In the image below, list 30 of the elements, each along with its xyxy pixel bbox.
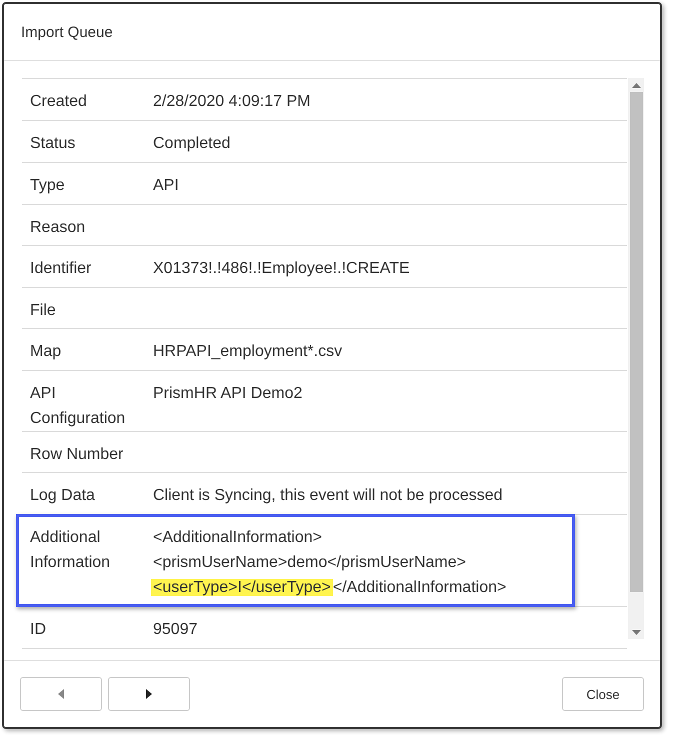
field-label: Reason	[30, 218, 86, 238]
field-value: 95097	[153, 620, 198, 640]
field-value: 2/28/2020 4:09:17 PM	[153, 92, 310, 112]
field-value: PrismHR API Demo2	[153, 384, 302, 404]
close-button[interactable]: Close	[562, 677, 644, 711]
field-label: ID	[30, 620, 47, 640]
dialog-title: Import Queue	[21, 24, 113, 40]
scrollbar[interactable]	[628, 78, 644, 639]
field-label: Map	[30, 342, 62, 362]
field-value: API	[153, 176, 179, 196]
field-label: Type	[30, 176, 66, 196]
caret-left-icon	[58, 689, 64, 699]
previous-button[interactable]	[20, 677, 102, 711]
scroll-up-icon	[632, 82, 640, 88]
field-label: Row Number	[30, 445, 124, 465]
field-value: Completed	[153, 134, 230, 154]
field-label: Created	[30, 92, 88, 112]
next-button[interactable]	[108, 677, 190, 711]
field-label: File	[30, 301, 57, 321]
caret-right-icon	[146, 689, 152, 699]
field-label: API Configuration	[30, 384, 126, 429]
field-value: HRPAPI_employment*.csv	[153, 342, 342, 362]
field-value: X01373!.!486!.!Employee!.!CREATE	[153, 259, 410, 279]
field-label: Additional Information	[30, 528, 112, 573]
field-label: Identifier	[30, 259, 92, 279]
field-value: <AdditionalInformation> <prismUserName>demo</prismUserName> <userType>I</userType></AdditionalInformation>	[153, 528, 506, 598]
field-value: Client is Syncing, this event will not be processed	[153, 486, 503, 506]
field-label: Status	[30, 134, 76, 154]
field-label: Log Data	[30, 486, 96, 506]
scroll-down-icon	[632, 630, 640, 634]
